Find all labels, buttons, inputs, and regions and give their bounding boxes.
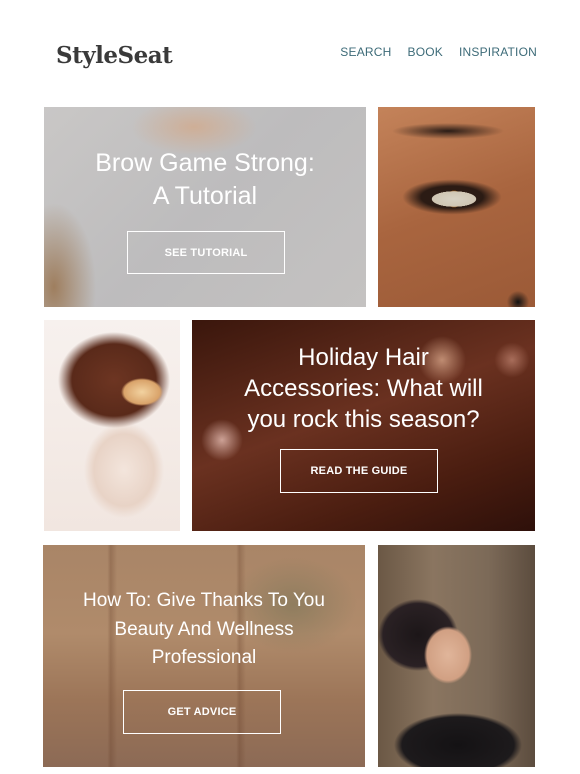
nav-search-link[interactable]: SEARCH bbox=[340, 45, 391, 59]
thanks-title-line: How To: Give Thanks To You bbox=[83, 590, 325, 611]
portrait-tile[interactable] bbox=[378, 545, 535, 767]
holiday-hair-title: Holiday Hair Accessories: What will you … bbox=[192, 342, 535, 436]
brow-title-line: A Tutorial bbox=[152, 181, 258, 210]
hair-crown-photo bbox=[44, 320, 180, 531]
thanks-title-line: Professional bbox=[151, 647, 257, 668]
styleseat-logo[interactable]: StyleSeat bbox=[56, 42, 173, 69]
give-thanks-title: How To: Give Thanks To You Beauty And We… bbox=[43, 587, 365, 673]
brow-tutorial-tile[interactable]: Brow Game Strong: A Tutorial SEE TUTORIA… bbox=[44, 107, 366, 307]
give-thanks-tile[interactable]: How To: Give Thanks To You Beauty And We… bbox=[43, 545, 365, 767]
get-advice-button[interactable]: GET ADVICE bbox=[123, 690, 281, 734]
header: StyleSeat SEARCH BOOK INSPIRATION bbox=[0, 0, 580, 100]
thanks-title-line: Beauty And Wellness bbox=[114, 618, 294, 640]
read-the-guide-button[interactable]: READ THE GUIDE bbox=[280, 449, 438, 493]
hair-crown-tile[interactable] bbox=[44, 320, 180, 531]
see-tutorial-button[interactable]: SEE TUTORIAL bbox=[127, 231, 285, 274]
nav-book-link[interactable]: BOOK bbox=[408, 45, 443, 59]
holiday-title-line: Accessories: What will bbox=[244, 375, 483, 403]
top-nav: SEARCH BOOK INSPIRATION bbox=[340, 45, 537, 59]
nav-inspiration-link[interactable]: INSPIRATION bbox=[459, 45, 537, 59]
portrait-photo bbox=[378, 545, 535, 767]
holiday-title-line: you rock this season? bbox=[247, 406, 480, 434]
brow-title-line: Brow Game Strong: bbox=[95, 149, 315, 177]
eye-photo bbox=[378, 107, 535, 307]
holiday-hair-tile[interactable]: Holiday Hair Accessories: What will you … bbox=[192, 320, 535, 531]
holiday-title-line: Holiday Hair bbox=[298, 344, 429, 371]
brow-tutorial-title: Brow Game Strong: A Tutorial bbox=[44, 147, 366, 212]
eye-makeup-tile[interactable] bbox=[378, 107, 535, 307]
